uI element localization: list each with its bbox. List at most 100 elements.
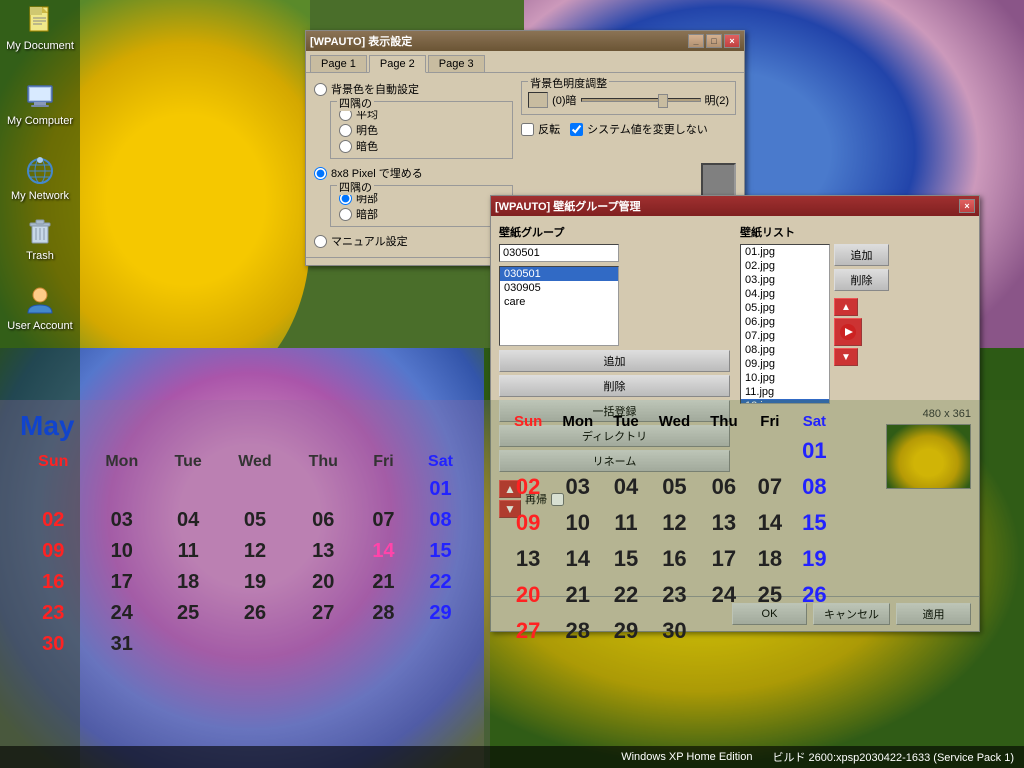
icon-user-account[interactable]: User Account [5,285,75,332]
add-wp-btn[interactable]: 追加 [834,244,889,266]
wp-item-07[interactable]: 07.jpg [741,329,829,343]
cal-day-15: 15 [411,536,470,567]
delete-group-btn[interactable]: 削除 [499,375,730,397]
anbu-option[interactable]: 暗部 [339,206,504,222]
rcal-header-thu: Thu [700,410,748,433]
wp-item-02[interactable]: 02.jpg [741,259,829,273]
meiro-label: 明色 [356,122,378,138]
my-computer-icon [24,80,56,112]
manual-option[interactable]: マニュアル設定 [314,233,513,249]
wp-item-05[interactable]: 05.jpg [741,301,829,315]
wp-item-06[interactable]: 06.jpg [741,315,829,329]
rcal-day-13: 13 [700,505,748,541]
rcal-header-mon: Mon [552,410,603,433]
tab-page3[interactable]: Page 3 [428,55,485,72]
dark-label: (0)暗 [552,92,576,108]
icon-my-document[interactable]: My Document [5,5,75,52]
rcal-header-tue: Tue [603,410,649,433]
ankoku-radio[interactable] [339,140,352,153]
main-dialog-maximize-btn[interactable]: □ [706,34,722,48]
calendar-month: May [20,410,470,442]
my-computer-label: My Computer [7,115,73,127]
wp-item-01[interactable]: 01.jpg [741,245,829,259]
cal-day-25: 25 [157,598,219,629]
group-listbox[interactable]: 030501 030905 care [499,266,619,346]
user-account-icon [24,285,56,317]
brightness-slider[interactable] [581,98,701,102]
group-item-030905[interactable]: 030905 [500,281,618,295]
brightness-indicator [528,92,548,108]
wp-item-03[interactable]: 03.jpg [741,273,829,287]
rcal-partial-16: 16 [649,541,700,577]
cal-day-26: 26 [219,598,290,629]
rcal-day-24: 24 [700,577,748,613]
cal-day-14: 14 [356,536,411,567]
icon-my-network[interactable]: My Network [5,155,75,202]
calendar-right: Sun Mon Tue Wed Thu Fri Sat [484,400,1024,768]
rcal-empty3 [603,433,649,469]
calendar-left: May Sun Mon Tue Wed Thu Fri Sat [0,400,490,768]
cal-day-21: 21 [356,567,411,598]
delete-wp-btn[interactable]: 削除 [834,269,889,291]
wp-move-up-btn[interactable]: ▲ [834,298,858,316]
group-item-care[interactable]: care [500,295,618,309]
wp-item-09[interactable]: 09.jpg [741,357,829,371]
wp-item-08[interactable]: 08.jpg [741,343,829,357]
cal-day-12: 12 [219,536,290,567]
rcal-partial-13: 13 [504,541,552,577]
wp-item-11[interactable]: 11.jpg [741,385,829,399]
cal-day-05: 05 [219,505,290,536]
shikaku-label: 四隅の [337,95,374,111]
slider-thumb[interactable] [658,94,668,108]
os-label: Windows XP Home Edition [621,751,752,763]
auto-bg-radio[interactable] [314,83,327,96]
tab-page2[interactable]: Page 2 [369,55,426,73]
cal-header-sun: Sun [20,450,87,474]
pixel-fill-radio[interactable] [314,167,327,180]
wallpaper-listbox[interactable]: 01.jpg 02.jpg 03.jpg 04.jpg 05.jpg 06.jp… [740,244,830,404]
anbu-radio[interactable] [339,208,352,221]
ankoku-option[interactable]: 暗色 [339,138,504,154]
meiro-radio[interactable] [339,124,352,137]
icon-trash[interactable]: Trash [5,215,75,262]
main-dialog-tabs: Page 1 Page 2 Page 3 [306,51,744,73]
light-label: 明(2) [705,92,729,108]
wp-right-controls: 追加 削除 ▲ ▼ [834,244,889,404]
rcal-header-sun: Sun [504,410,552,433]
icon-my-computer[interactable]: My Computer [5,80,75,127]
cal-header-tue: Tue [157,450,219,474]
rcal-header-wed: Wed [649,410,700,433]
manual-radio[interactable] [314,235,327,248]
add-group-btn[interactable]: 追加 [499,350,730,372]
sub-dialog-close-btn[interactable]: × [959,199,975,213]
rcal-header-fri: Fri [748,410,792,433]
main-dialog-minimize-btn[interactable]: _ [688,34,704,48]
cal-day-09: 09 [20,536,87,567]
cal-day-empty4 [219,474,290,505]
main-dialog-close-btn[interactable]: × [724,34,740,48]
cal-day-31: 31 [87,629,157,660]
system-option[interactable]: システム値を変更しない [570,121,708,137]
flip-checkbox[interactable] [521,123,534,136]
tab-page1[interactable]: Page 1 [310,55,367,72]
group-name-input[interactable] [499,244,619,262]
wp-item-10[interactable]: 10.jpg [741,371,829,385]
rcal-day-26: 26 [792,577,836,613]
cal-day-29: 29 [411,598,470,629]
rcal-partial-17: 17 [700,541,748,577]
cal-day-empty5 [291,474,356,505]
cal-day-23: 23 [20,598,87,629]
rcal-empty6 [748,433,792,469]
wp-special-btn[interactable] [834,318,862,346]
meiro-option[interactable]: 明色 [339,122,504,138]
cal-header-sat: Sat [411,450,470,474]
system-checkbox[interactable] [570,123,583,136]
wp-item-04[interactable]: 04.jpg [741,287,829,301]
cal-header-thu: Thu [291,450,356,474]
cal-day-24: 24 [87,598,157,629]
group-item-030501[interactable]: 030501 [500,267,618,281]
flip-option[interactable]: 反転 [521,121,560,137]
wp-move-down-btn[interactable]: ▼ [834,348,858,366]
cal-day-22: 22 [411,567,470,598]
my-network-icon [24,155,56,187]
